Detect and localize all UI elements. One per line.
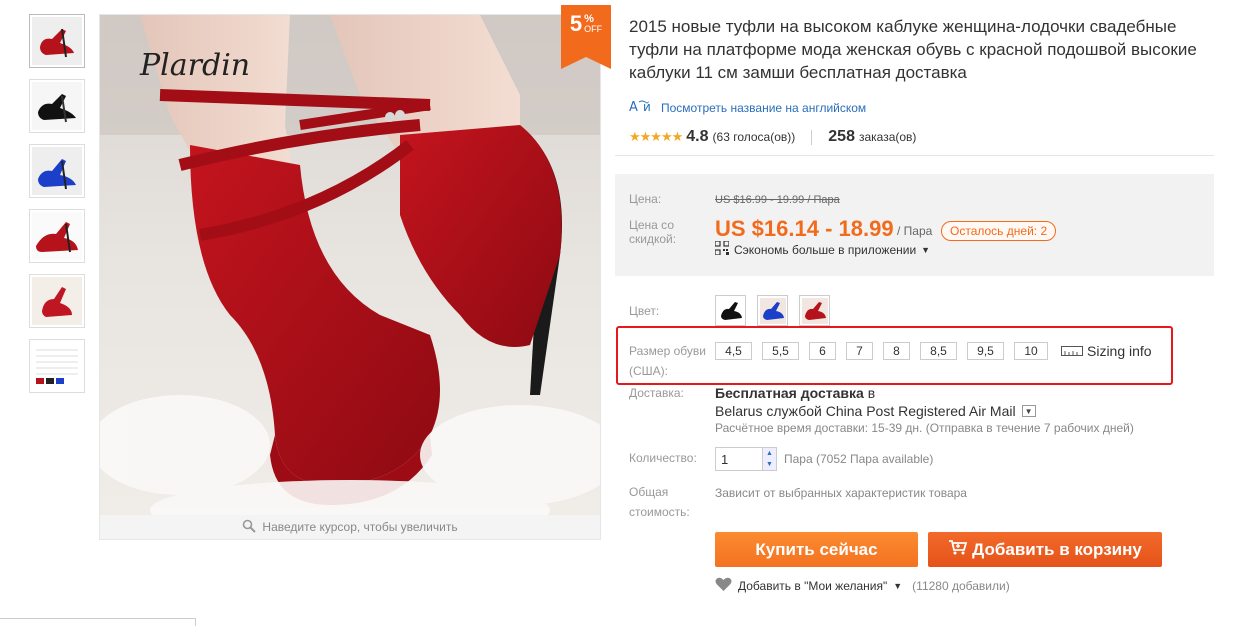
- size-option[interactable]: 6: [809, 342, 836, 360]
- discount-number: 5: [569, 11, 583, 36]
- color-label: Цвет:: [629, 304, 660, 318]
- zoom-hint: Наведите курсор, чтобы увеличить: [100, 515, 600, 539]
- size-label: Размер обуви (США):: [629, 344, 706, 378]
- days-left-badge: Осталось дней: 2: [941, 221, 1057, 241]
- decrement-icon[interactable]: ▼: [763, 459, 776, 470]
- shipping-method[interactable]: Belarus службой China Post Registered Ai…: [715, 403, 1036, 419]
- ruler-icon: [1061, 343, 1083, 359]
- increment-icon[interactable]: ▲: [763, 448, 776, 459]
- size-option[interactable]: 4,5: [715, 342, 752, 360]
- discount-price-label: Цена со скидкой:: [629, 218, 677, 246]
- size-option[interactable]: 10: [1014, 342, 1048, 360]
- orders-count: 258: [828, 128, 855, 145]
- quantity-input[interactable]: 1: [716, 448, 762, 470]
- svg-text:A: A: [629, 100, 638, 114]
- translate-icon: Aй: [629, 98, 655, 117]
- size-option[interactable]: 5,5: [762, 342, 799, 360]
- thumbnail-list: [29, 14, 85, 404]
- color-option-blue[interactable]: [757, 295, 788, 326]
- rating-stars-icon: ★★★★★: [629, 129, 683, 144]
- discount-price: US $16.14 - 18.99: [715, 216, 894, 241]
- rating-score: 4.8: [686, 128, 709, 145]
- size-option[interactable]: 8: [883, 342, 910, 360]
- wishlist-link[interactable]: Добавить в "Мои желания" ▼ (11280 добави…: [715, 577, 1010, 595]
- shipping-title: Бесплатная доставка в: [715, 385, 875, 401]
- bottom-panel-edge: [0, 618, 196, 626]
- watermark-text: Plardin: [139, 48, 250, 83]
- add-to-cart-label: Добавить в корзину: [972, 539, 1142, 559]
- app-save-link[interactable]: Сэкономь больше в приложении ▼: [714, 240, 931, 258]
- price-box: Цена: US $16.99 - 19.99 / Пара Цена со с…: [615, 174, 1214, 276]
- divider: [811, 129, 813, 145]
- sizing-info-text[interactable]: Sizing info: [1087, 343, 1152, 359]
- shipping-estimate: Расчётное время доставки: 15-39 дн. (Отп…: [715, 421, 1134, 435]
- product-title: 2015 новые туфли на высоком каблуке женщ…: [629, 17, 1197, 82]
- price-unit: / Пара: [897, 224, 933, 238]
- wishlist-count: (11280 добавили): [912, 579, 1010, 593]
- svg-text:й: й: [643, 100, 651, 114]
- shipping-label: Доставка:: [629, 386, 684, 400]
- rating-votes[interactable]: (63 голоса(ов)): [713, 130, 796, 144]
- color-option-black[interactable]: [715, 295, 746, 326]
- old-price: US $16.99 - 19.99 / Пара: [715, 194, 840, 206]
- add-to-cart-button[interactable]: Добавить в корзину: [928, 532, 1162, 567]
- main-product-image[interactable]: Plardin Наведите курсор, чтобы увеличить: [99, 14, 601, 540]
- shipping-title-suffix: в: [867, 385, 876, 401]
- cart-icon: [948, 539, 968, 560]
- quantity-available: Пара (7052 Пара available): [784, 452, 934, 466]
- orders-label: заказа(ов): [858, 130, 917, 144]
- thumbnail-black-shoe[interactable]: [29, 79, 85, 133]
- translate-link[interactable]: Aй Посмотреть название на английском: [629, 98, 866, 117]
- chevron-down-icon[interactable]: ▼: [893, 581, 902, 591]
- rating-row: ★★★★★ 4.8 (63 голоса(ов)) 258 заказа(ов): [629, 128, 916, 146]
- color-option-red[interactable]: [799, 295, 830, 326]
- discount-off: OFF: [584, 24, 603, 34]
- translate-link-text[interactable]: Посмотреть название на английском: [661, 101, 866, 115]
- caret-down-icon: ▼: [921, 244, 931, 255]
- size-option[interactable]: 9,5: [967, 342, 1004, 360]
- divider: [615, 155, 1214, 156]
- thumbnail-red-shoe-side[interactable]: [29, 209, 85, 263]
- quantity-label: Количество:: [629, 451, 697, 465]
- product-photo: Plardin: [100, 15, 600, 515]
- magnifier-icon: [242, 519, 257, 536]
- total-label-line2: стоимость:: [629, 505, 690, 519]
- wishlist-text[interactable]: Добавить в "Мои желания": [738, 579, 887, 593]
- heart-icon[interactable]: [715, 577, 732, 595]
- quantity-stepper[interactable]: 1 ▲ ▼: [715, 447, 777, 471]
- free-shipping-text: Бесплатная доставка: [715, 385, 864, 401]
- price-label: Цена:: [629, 192, 662, 206]
- thumbnail-red-shoe-top[interactable]: [29, 274, 85, 328]
- shipping-method-text[interactable]: Belarus службой China Post Registered Ai…: [715, 403, 1016, 419]
- discount-badge: 5 % OFF: [561, 5, 611, 69]
- size-option[interactable]: 8,5: [920, 342, 957, 360]
- thumbnail-size-chart[interactable]: [29, 339, 85, 393]
- size-option[interactable]: 7: [846, 342, 873, 360]
- total-note: Зависит от выбранных характеристик товар…: [715, 486, 967, 500]
- total-label-line1: Общая: [629, 485, 669, 499]
- dropdown-arrow-icon[interactable]: ▼: [1021, 405, 1036, 417]
- thumbnail-red-shoe[interactable]: [29, 14, 85, 68]
- thumbnail-blue-shoe[interactable]: [29, 144, 85, 198]
- buy-now-label: Купить сейчас: [755, 539, 878, 559]
- app-save-text[interactable]: Сэкономь больше в приложении: [734, 243, 916, 257]
- qr-code-icon: [714, 240, 730, 258]
- zoom-hint-text: Наведите курсор, чтобы увеличить: [262, 520, 458, 534]
- sizing-info-link[interactable]: Sizing info: [1061, 343, 1152, 359]
- buy-now-button[interactable]: Купить сейчас: [715, 532, 918, 567]
